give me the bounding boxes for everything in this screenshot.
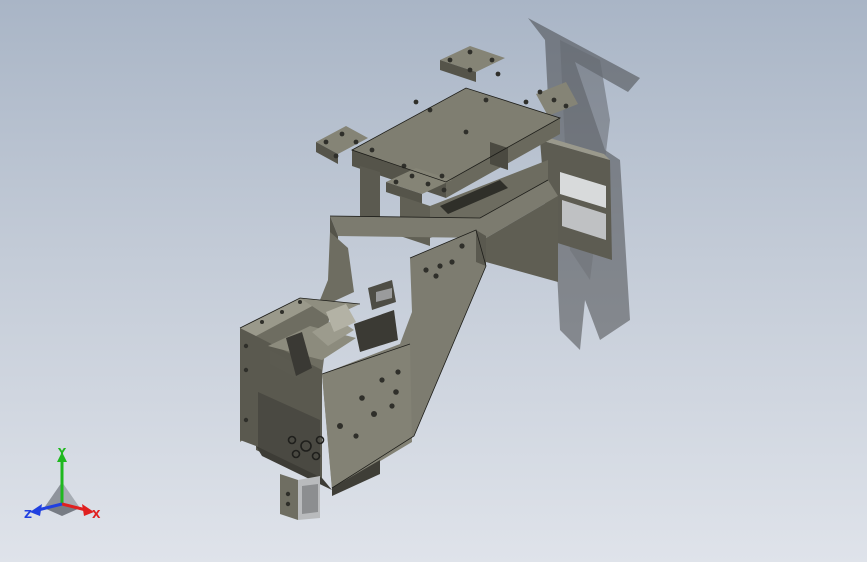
x-axis-label: X [92,508,101,521]
axis-triad: Y X Z [24,446,101,521]
cad-model-assembly[interactable] [0,0,867,562]
graphics-viewport[interactable]: Y X Z [0,0,867,562]
y-axis-label: Y [57,446,67,459]
bottom-rail[interactable] [280,474,320,520]
z-axis-label: Z [24,508,32,521]
